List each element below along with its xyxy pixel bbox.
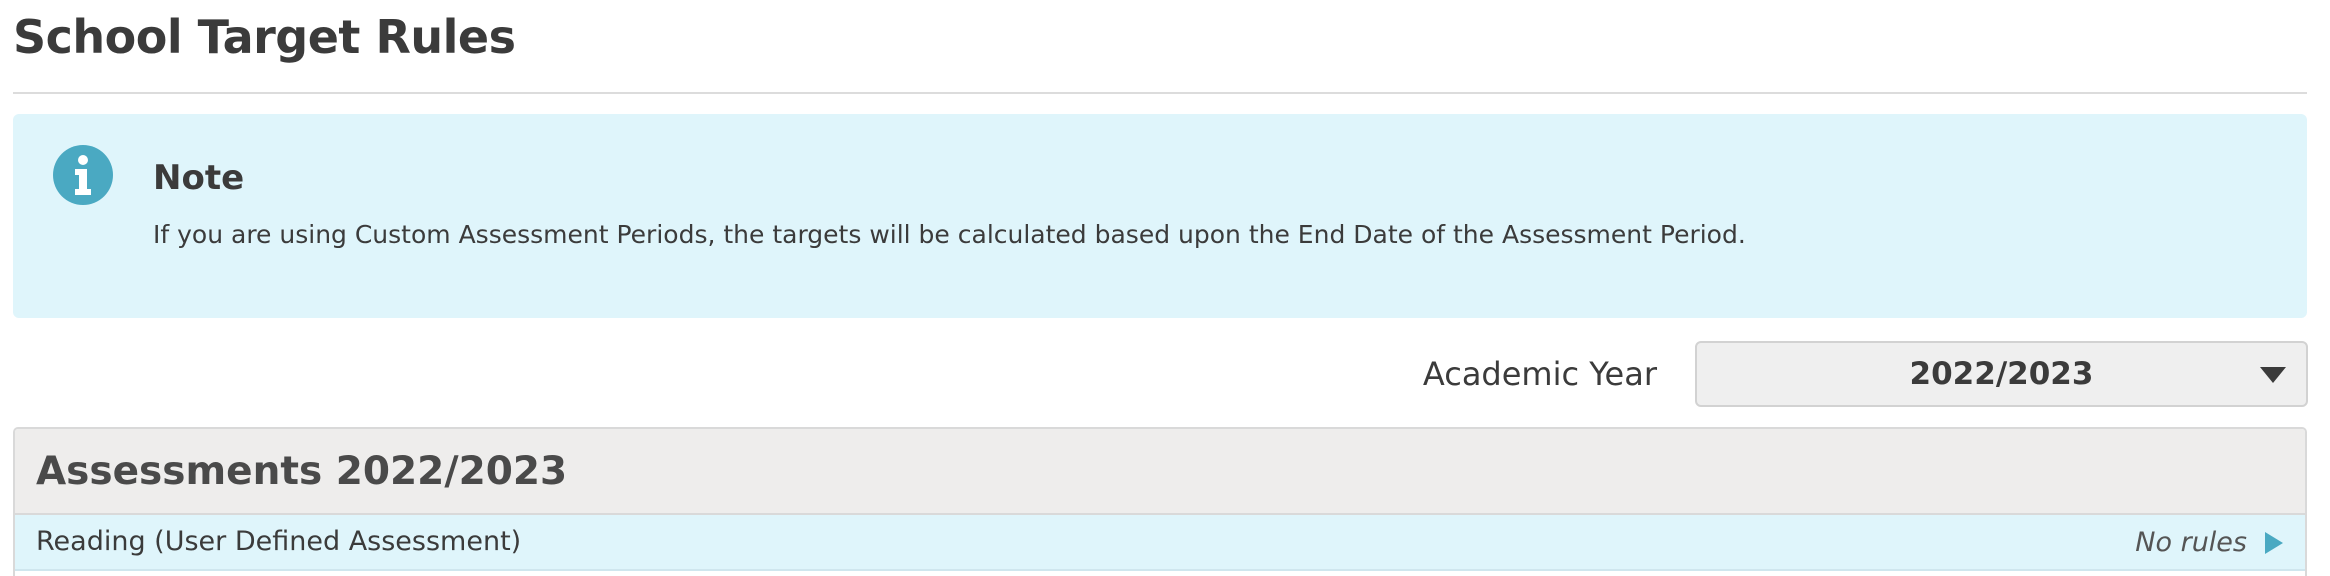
assessment-name: Reading (User Defined Assessment) [36, 526, 522, 557]
page-title: School Target Rules [13, 10, 516, 64]
title-divider [13, 92, 2307, 94]
assessment-status: No rules [2135, 527, 2247, 558]
play-icon[interactable] [2265, 532, 2283, 554]
note-text: If you are using Custom Assessment Perio… [153, 220, 1746, 249]
assessments-panel: Assessments 2022/2023 Reading (User Defi… [13, 427, 2307, 576]
chevron-down-icon [2260, 367, 2286, 383]
assessment-row[interactable]: Reading (User Defined Assessment) No rul… [15, 515, 2305, 571]
academic-year-select[interactable]: 2022/2023 [1695, 341, 2308, 407]
assessments-heading: Assessments 2022/2023 [15, 429, 2305, 515]
note-heading: Note [153, 158, 245, 198]
info-icon [53, 145, 113, 205]
academic-year-value: 2022/2023 [1909, 356, 2094, 392]
academic-year-label: Academic Year [1422, 355, 1657, 393]
note-box: Note If you are using Custom Assessment … [13, 114, 2307, 318]
